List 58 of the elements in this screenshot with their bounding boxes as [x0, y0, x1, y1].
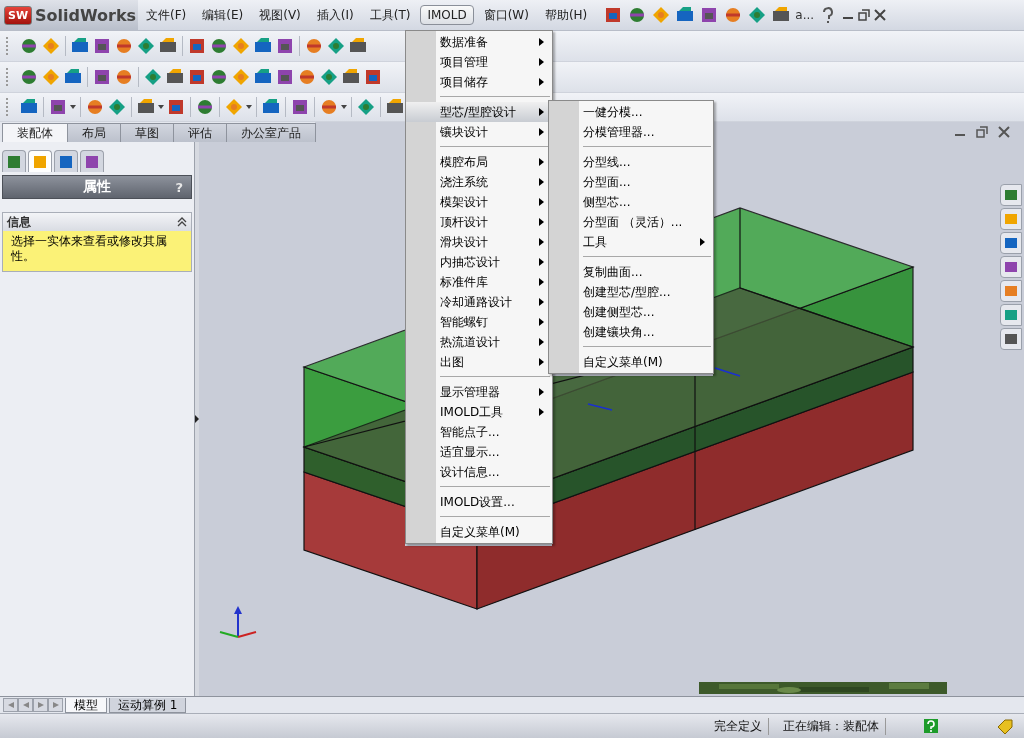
- section-title: 信息: [7, 213, 31, 231]
- status-text: 正在编辑：装配体: [777, 717, 886, 735]
- toolbar-overflow[interactable]: a...: [795, 8, 815, 22]
- menu-item[interactable]: 项目管理: [406, 52, 552, 72]
- menu-item[interactable]: 一健分模...: [549, 102, 713, 122]
- status-text: 完全定义: [708, 717, 769, 735]
- menu-item[interactable]: 分型面...: [549, 172, 713, 192]
- menu-title[interactable]: 插入(I): [310, 4, 360, 26]
- menu-item[interactable]: 模腔布局: [406, 152, 552, 172]
- menu-item[interactable]: 显示管理器: [406, 382, 552, 402]
- menu-item[interactable]: 自定义菜单(M): [549, 352, 713, 372]
- menu-item[interactable]: 分模管理器...: [549, 122, 713, 142]
- menu-item[interactable]: 镶块设计: [406, 122, 552, 142]
- command-tab[interactable]: 布局: [67, 123, 121, 142]
- menu-item[interactable]: 热流道设计: [406, 332, 552, 352]
- menu-title[interactable]: 工具(T): [363, 4, 417, 26]
- command-tab[interactable]: 评估: [173, 123, 227, 142]
- menu-item[interactable]: 设计信息...: [406, 462, 552, 482]
- logo-badge: SW: [4, 5, 33, 25]
- property-title: 属性: [83, 178, 111, 196]
- command-tab[interactable]: 办公室产品: [226, 123, 316, 142]
- bottom-tab[interactable]: 模型: [65, 697, 107, 713]
- menu-item[interactable]: 出图: [406, 352, 552, 372]
- menu-item[interactable]: 创建型芯/型腔...: [549, 282, 713, 302]
- menu-item[interactable]: IMOLD工具: [406, 402, 552, 422]
- menu-item[interactable]: 内抽芯设计: [406, 252, 552, 272]
- menu-item[interactable]: 适宜显示...: [406, 442, 552, 462]
- menu-item[interactable]: 创建侧型芯...: [549, 302, 713, 322]
- menu-item[interactable]: 智能点子...: [406, 422, 552, 442]
- menu-item[interactable]: 复制曲面...: [549, 262, 713, 282]
- menu-item[interactable]: 滑块设计: [406, 232, 552, 252]
- menu-item[interactable]: IMOLD设置...: [406, 492, 552, 512]
- menu-item[interactable]: 冷却通路设计: [406, 292, 552, 312]
- menu-item[interactable]: 分型线...: [549, 152, 713, 172]
- menu-item[interactable]: 创建镶块角...: [549, 322, 713, 342]
- menu-item[interactable]: 顶杆设计: [406, 212, 552, 232]
- menu-title[interactable]: 编辑(E): [196, 4, 250, 26]
- menu-title[interactable]: 帮助(H): [538, 4, 594, 26]
- menu-item[interactable]: 标准件库: [406, 272, 552, 292]
- menu-item[interactable]: 模架设计: [406, 192, 552, 212]
- menu-title[interactable]: 视图(V): [253, 4, 307, 26]
- info-message: 选择一实体来查看或修改其属性。: [3, 231, 191, 271]
- command-tab[interactable]: 草图: [120, 123, 174, 142]
- command-tab[interactable]: 装配体: [2, 123, 68, 142]
- app-name: SolidWorks: [35, 5, 137, 25]
- menu-item[interactable]: 侧型芯...: [549, 192, 713, 212]
- menu-item[interactable]: 智能螺钉: [406, 312, 552, 332]
- menu-item[interactable]: 自定义菜单(M): [406, 522, 552, 542]
- menu-item[interactable]: 数据准备: [406, 32, 552, 52]
- section-header[interactable]: 信息: [3, 213, 191, 231]
- menu-item[interactable]: 浇注系统: [406, 172, 552, 192]
- menu-item[interactable]: 项目储存: [406, 72, 552, 92]
- menu-title[interactable]: 文件(F): [140, 4, 193, 26]
- menu-title[interactable]: IMOLD: [420, 5, 474, 25]
- menu-item[interactable]: 工具: [549, 232, 713, 252]
- menu-item[interactable]: 分型面 （灵活）...: [549, 212, 713, 232]
- bottom-tab[interactable]: 运动算例 1: [109, 697, 187, 713]
- menu-title[interactable]: 窗口(W): [477, 4, 535, 26]
